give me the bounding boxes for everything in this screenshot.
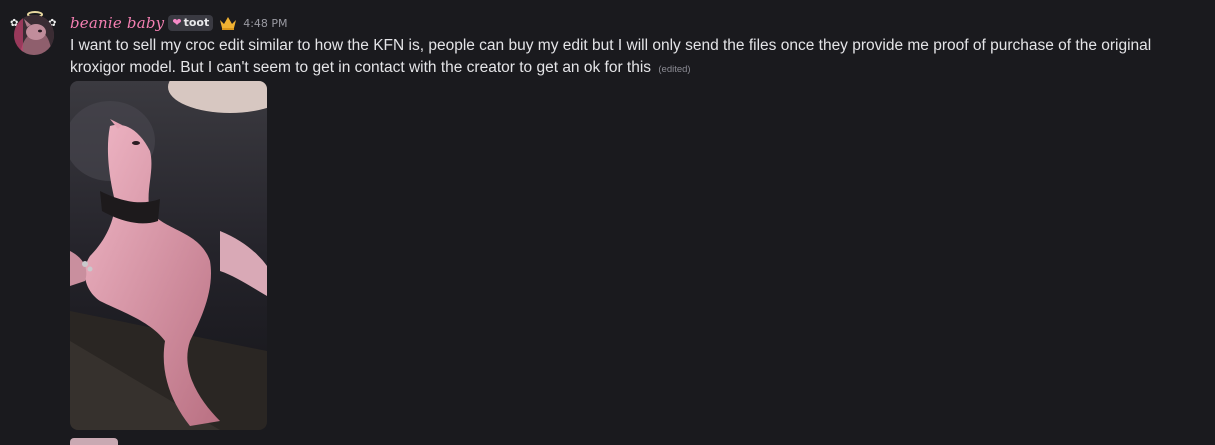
crown-icon[interactable] <box>219 16 237 30</box>
server-tag-label: toot <box>183 16 210 29</box>
timestamp[interactable]: 4:48 PM <box>243 17 287 30</box>
image-attachment-2[interactable] <box>70 438 118 445</box>
username[interactable]: beanie baby <box>70 14 164 32</box>
image-attachment[interactable] <box>70 81 267 430</box>
message-text: I want to sell my croc edit similar to h… <box>70 37 1152 76</box>
attachment-image <box>70 81 267 430</box>
server-tag[interactable]: ❤ toot <box>168 15 214 31</box>
heart-icon: ❤ <box>172 16 182 29</box>
edited-label[interactable]: (edited) <box>658 64 690 75</box>
avatar[interactable]: ✿ ✿ <box>10 11 56 57</box>
avatar-image <box>14 15 54 55</box>
chat-area: ✿ ✿ beanie baby ❤ toot <box>0 0 1215 445</box>
message-header: beanie baby ❤ toot 4:48 PM <box>70 12 288 34</box>
message-content: I want to sell my croc edit similar to h… <box>70 35 1205 81</box>
message[interactable]: ✿ ✿ beanie baby ❤ toot <box>0 0 1215 445</box>
